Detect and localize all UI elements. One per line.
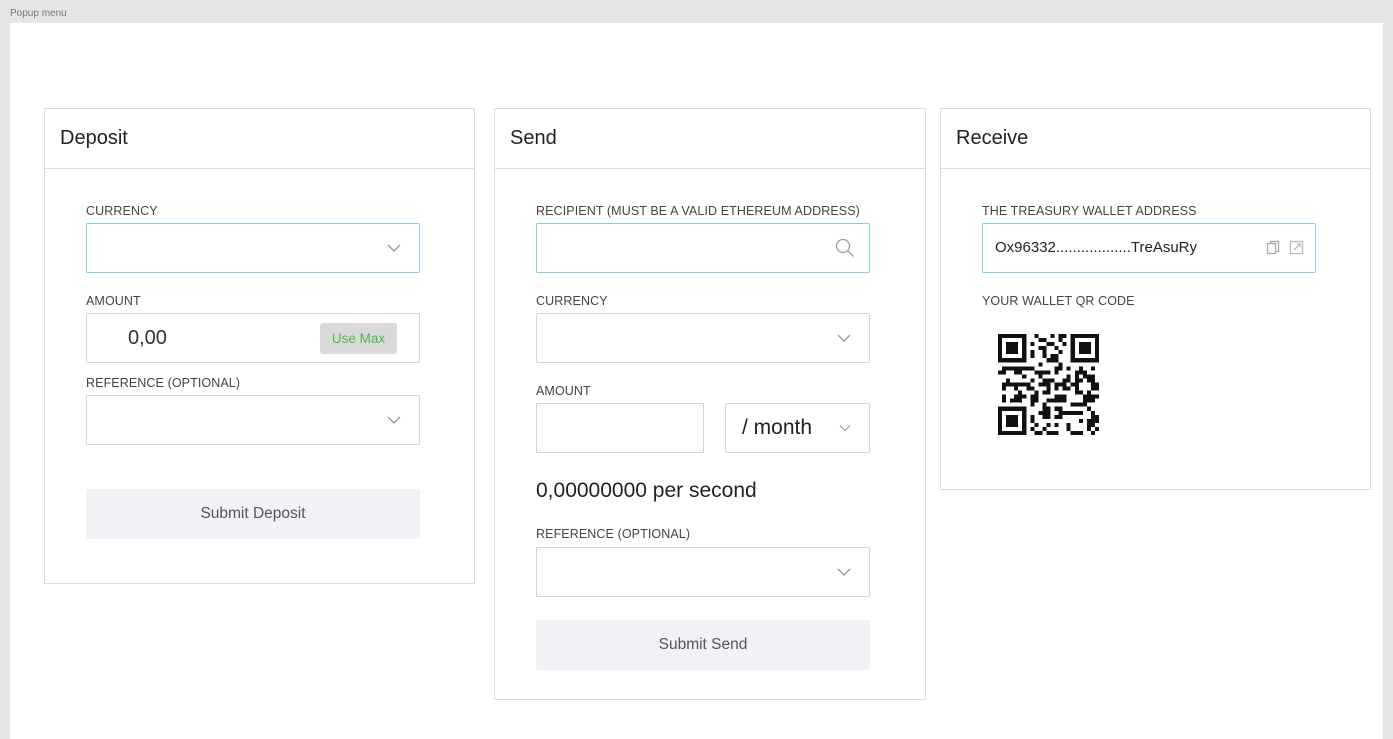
send-recipient-label: RECIPIENT (MUST BE A VALID ETHEREUM ADDR… [536, 204, 860, 218]
send-amount-input[interactable] [536, 403, 704, 453]
deposit-currency-select[interactable] [86, 223, 420, 273]
send-reference-select[interactable] [536, 547, 870, 597]
receive-panel: Receive THE TREASURY WALLET ADDRESS Ox96… [940, 108, 1371, 490]
treasury-address-value: Ox96332..................TreAsuRy [995, 239, 1198, 256]
recipient-input[interactable] [536, 223, 870, 273]
deposit-reference-select[interactable] [86, 395, 420, 445]
search-icon [835, 238, 854, 257]
send-panel: Send RECIPIENT (MUST BE A VALID ETHEREUM… [494, 108, 926, 700]
period-select[interactable]: / month [725, 403, 870, 453]
send-currency-label: CURRENCY [536, 294, 608, 308]
external-link-icon[interactable] [1289, 240, 1304, 255]
rate-per-second: 0,00000000 per second [536, 479, 757, 502]
deposit-amount-input[interactable]: 0,00 Use Max [86, 313, 420, 363]
deposit-title: Deposit [45, 109, 474, 169]
period-value: / month [742, 416, 813, 439]
use-max-button[interactable]: Use Max [320, 323, 397, 354]
deposit-amount-value: 0,00 [128, 327, 167, 349]
submit-send-button[interactable]: Submit Send [536, 620, 870, 670]
send-reference-label: REFERENCE (OPTIONAL) [536, 527, 691, 541]
chevron-down-icon [837, 334, 851, 342]
deposit-currency-label: CURRENCY [86, 204, 158, 218]
receive-title: Receive [941, 109, 1370, 169]
chevron-down-icon [839, 425, 851, 432]
popup-canvas: Deposit CURRENCY AMOUNT 0,00 Use Max REF… [10, 23, 1383, 739]
chevron-down-icon [387, 416, 401, 424]
chevron-down-icon [387, 244, 401, 252]
deposit-reference-label: REFERENCE (OPTIONAL) [86, 376, 241, 390]
treasury-address-field[interactable]: Ox96332..................TreAsuRy [982, 223, 1316, 273]
treasury-address-label: THE TREASURY WALLET ADDRESS [982, 204, 1197, 218]
send-amount-label: AMOUNT [536, 384, 591, 398]
send-title: Send [495, 109, 925, 169]
chevron-down-icon [837, 568, 851, 576]
frame-label: Popup menu [10, 8, 67, 19]
qr-code [998, 334, 1099, 435]
deposit-panel: Deposit CURRENCY AMOUNT 0,00 Use Max REF… [44, 108, 475, 584]
deposit-amount-label: AMOUNT [86, 294, 141, 308]
send-currency-select[interactable] [536, 313, 870, 363]
submit-deposit-button[interactable]: Submit Deposit [86, 489, 420, 539]
qr-code-label: YOUR WALLET QR CODE [982, 294, 1135, 308]
copy-icon[interactable] [1266, 240, 1281, 255]
